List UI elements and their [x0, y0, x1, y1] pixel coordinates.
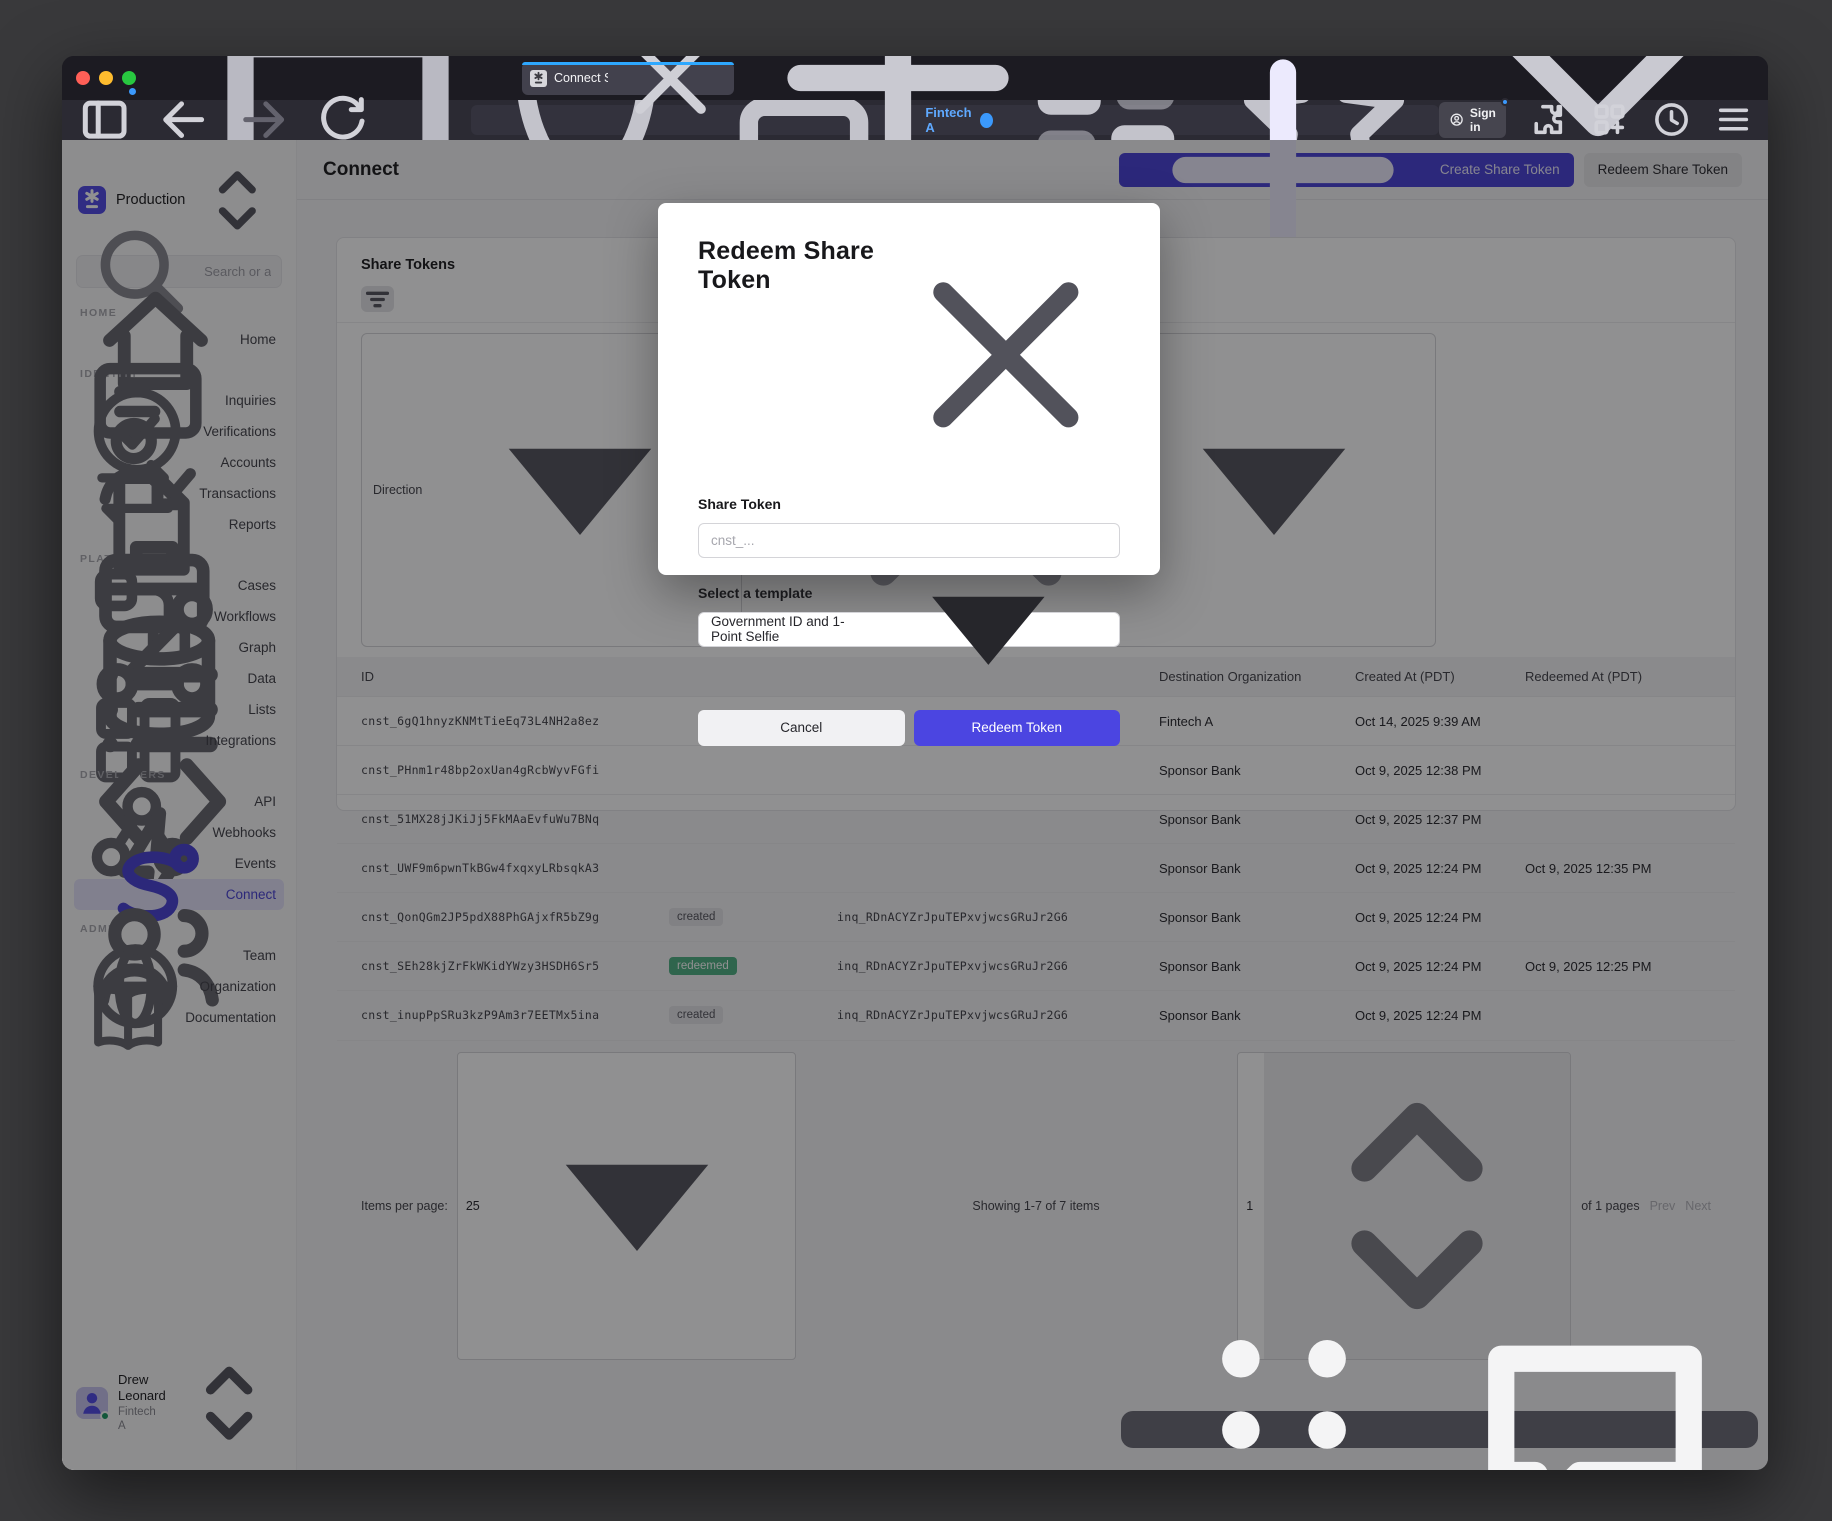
tab-title: Connect Share Tokens - Persona: [554, 71, 608, 85]
sign-in-label: Sign in: [1470, 106, 1496, 134]
close-window-button[interactable]: [76, 71, 90, 85]
profile-icon: [1449, 112, 1464, 127]
template-selected-value: Government ID and 1-Point Selfie: [711, 614, 870, 644]
modal-title: Redeem Share Token: [698, 237, 892, 295]
notification-dot: [1501, 98, 1509, 106]
sign-in-button[interactable]: Sign in: [1439, 102, 1506, 138]
template-select[interactable]: Government ID and 1-Point Selfie: [698, 612, 1120, 647]
apps-icon[interactable]: [1589, 99, 1630, 140]
redeem-share-token-modal: Redeem Share Token Share Token Select a …: [658, 203, 1160, 575]
redeem-token-button[interactable]: Redeem Token: [914, 710, 1121, 746]
browser-window: Connect Share Tokens - Persona app.withp…: [62, 56, 1768, 1470]
support-launcher[interactable]: [1121, 1411, 1758, 1448]
close-modal-icon[interactable]: [892, 241, 1120, 469]
minimize-window-button[interactable]: [99, 71, 113, 85]
menu-icon[interactable]: [1713, 99, 1754, 140]
share-token-label: Share Token: [698, 496, 1120, 512]
persona-favicon: [530, 70, 547, 87]
extensions-icon[interactable]: [1527, 99, 1568, 140]
drag-handle-icon[interactable]: [1134, 1280, 1434, 1471]
screen: Connect Share Tokens - Persona app.withp…: [0, 0, 1832, 1521]
chat-icon[interactable]: [1445, 1280, 1745, 1471]
cancel-button[interactable]: Cancel: [698, 710, 905, 746]
active-tab[interactable]: Connect Share Tokens - Persona: [522, 62, 734, 95]
account-sync-icon[interactable]: [1651, 99, 1692, 140]
close-tab-icon[interactable]: [615, 56, 726, 134]
zoom-window-button[interactable]: [122, 71, 136, 85]
window-controls: [76, 71, 136, 85]
